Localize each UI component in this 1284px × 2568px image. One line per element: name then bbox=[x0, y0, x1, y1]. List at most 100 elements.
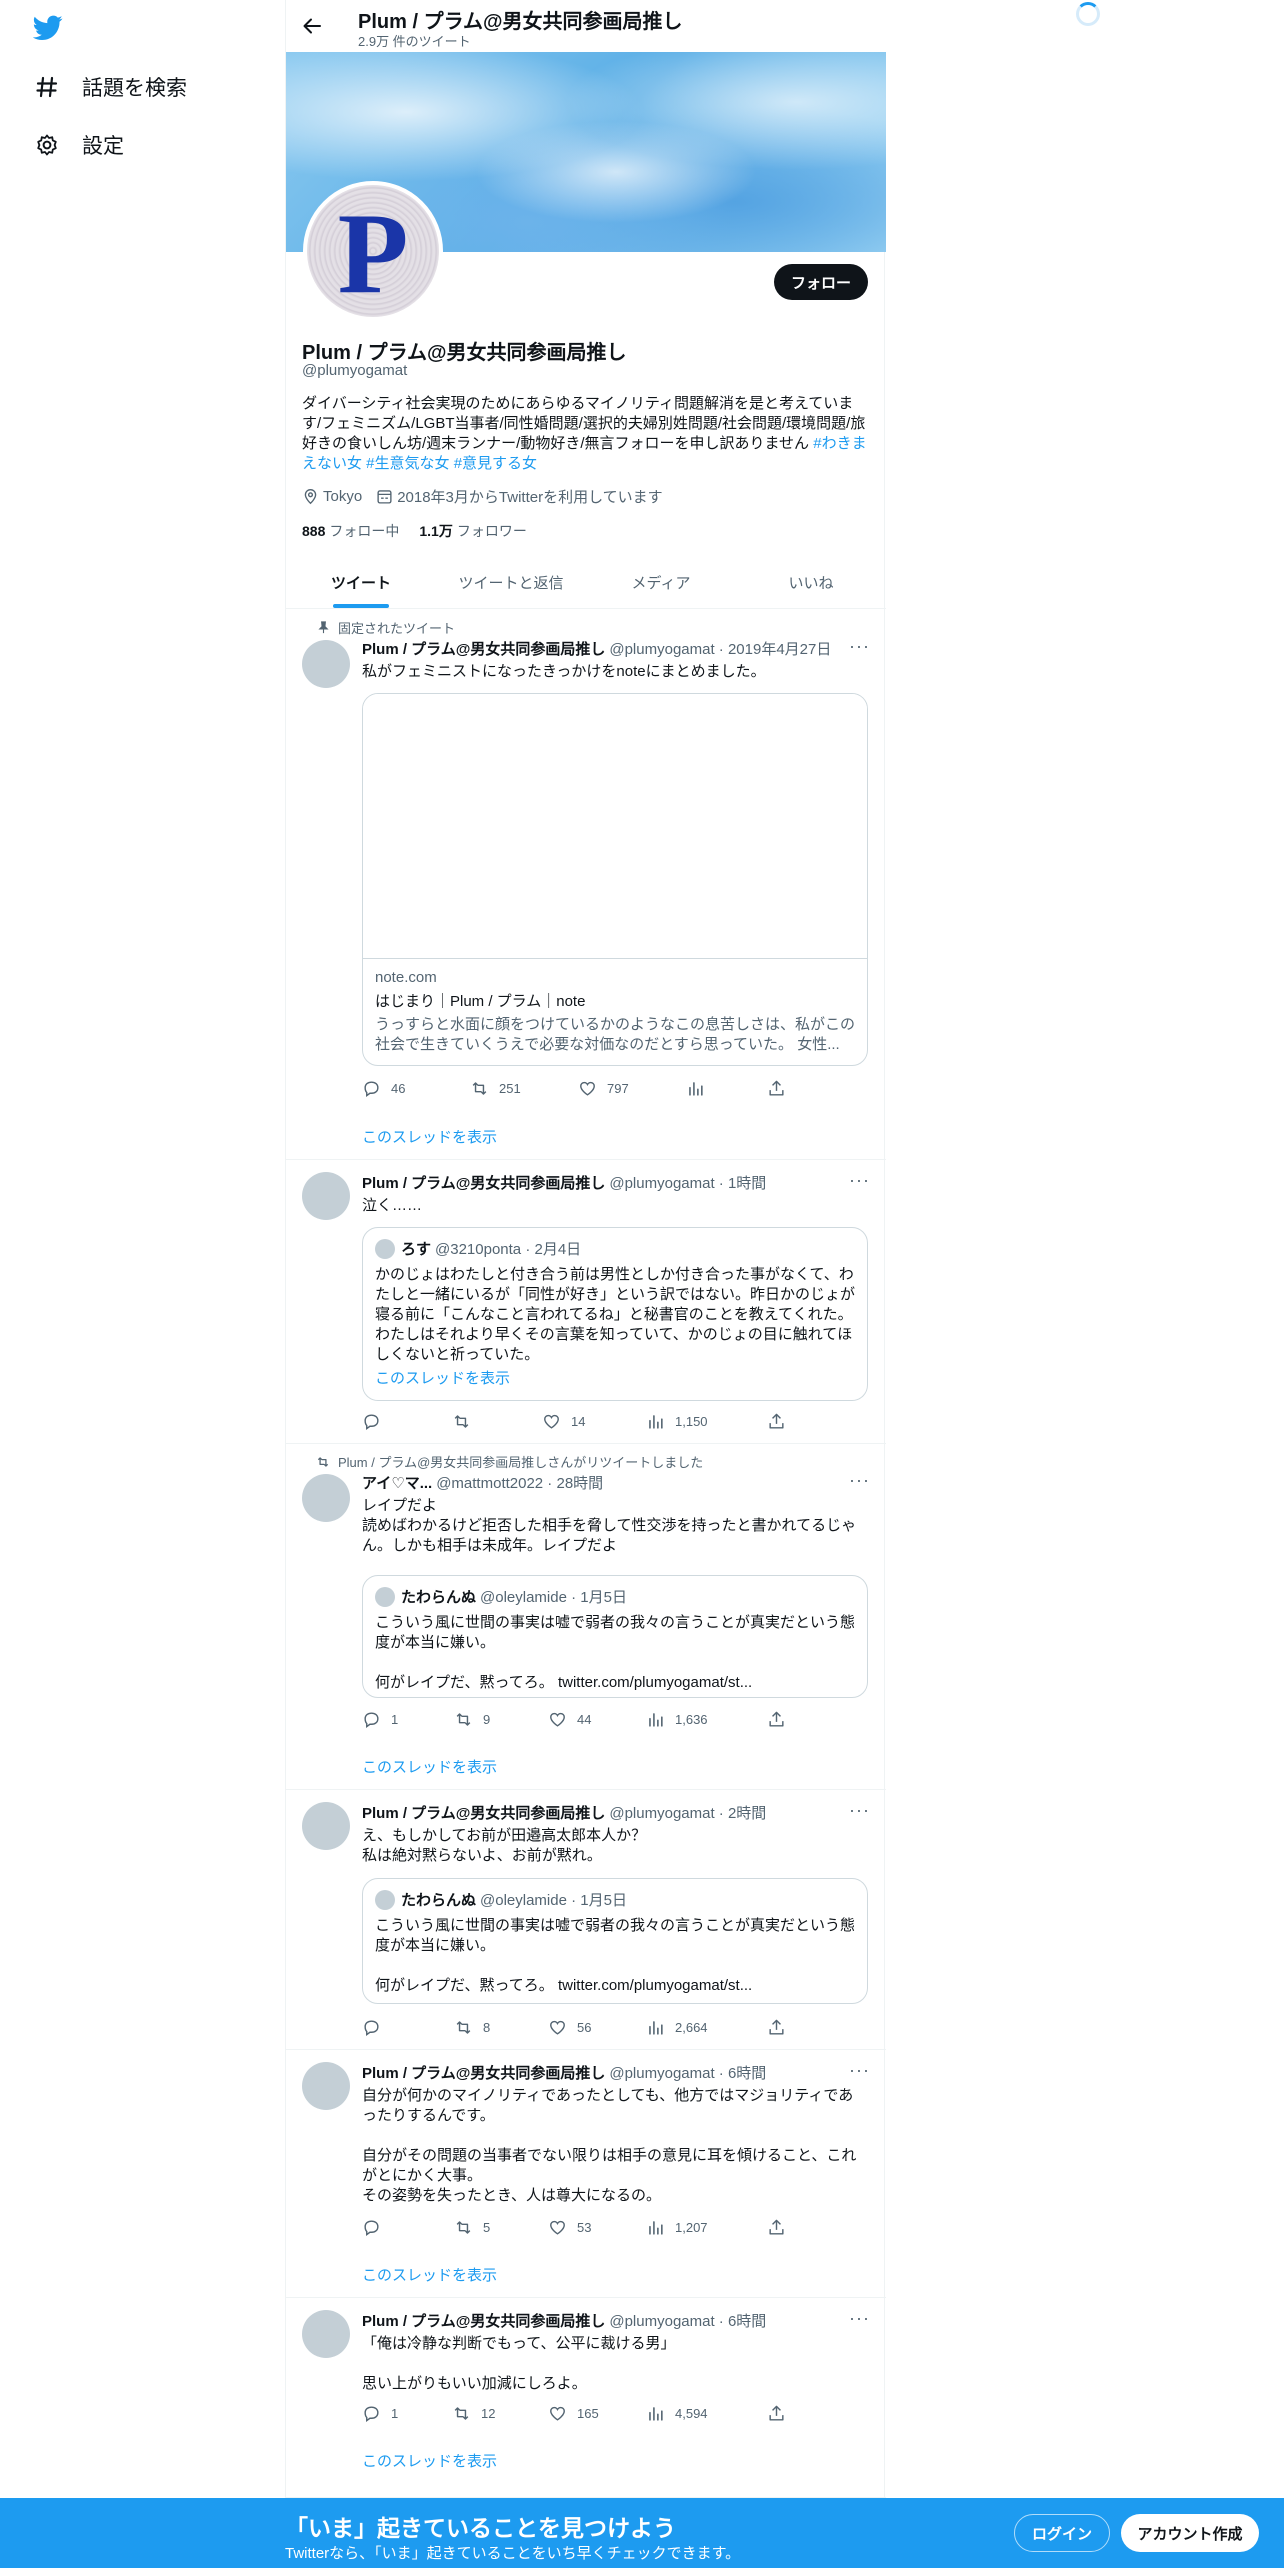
followers-link[interactable]: 1.1万 フォロワー bbox=[419, 521, 526, 541]
more-options-icon[interactable]: ··· bbox=[849, 1170, 870, 1191]
joined-text: 2018年3月からTwitterを利用しています bbox=[397, 489, 663, 506]
following-link[interactable]: 888 フォロー中 bbox=[302, 521, 399, 541]
show-thread-link[interactable]: このスレッドを表示 bbox=[362, 1126, 497, 1147]
retweet-button[interactable]: 8 bbox=[454, 2018, 490, 2037]
avatar[interactable] bbox=[302, 1802, 350, 1850]
avatar[interactable] bbox=[302, 2062, 350, 2110]
tweet[interactable]: Plum / プラム@男女共同参画局推し @plumyogamat · 6時間 ·… bbox=[286, 2050, 886, 2298]
retweet-button[interactable] bbox=[452, 1412, 481, 1431]
like-button[interactable]: 14 bbox=[542, 1412, 585, 1431]
share-button[interactable] bbox=[767, 2404, 786, 2423]
author-handle-time[interactable]: @plumyogamat · 6時間 bbox=[609, 2310, 766, 2331]
reply-button[interactable]: 1 bbox=[362, 1710, 398, 1729]
avatar[interactable] bbox=[302, 1172, 350, 1220]
author-name[interactable]: Plum / プラム@男女共同参画局推し bbox=[362, 2310, 605, 2331]
tweet-header: Plum / プラム@男女共同参画局推し @plumyogamat · 2時間 bbox=[362, 1802, 766, 1823]
calendar-icon bbox=[377, 490, 392, 504]
quoted-tweet[interactable]: ろす @3210ponta · 2月4日 かのじょはわたしと付き合う前は男性としか… bbox=[362, 1227, 868, 1401]
reply-icon bbox=[364, 1081, 379, 1098]
gear-icon bbox=[34, 132, 60, 158]
tweet[interactable]: 固定されたツイート Plum / プラム@男女共同参画局推し @plumyogam… bbox=[286, 610, 886, 1160]
views-button[interactable]: 4,594 bbox=[646, 2404, 708, 2423]
banner-title: 「いま」起きていることを見つけよう bbox=[285, 2515, 676, 2541]
reply-button[interactable] bbox=[362, 2018, 391, 2037]
like-button[interactable]: 165 bbox=[548, 2404, 599, 2423]
show-thread-link[interactable]: このスレッドを表示 bbox=[362, 2264, 497, 2285]
share-button[interactable] bbox=[767, 1412, 786, 1431]
login-button[interactable]: ログイン bbox=[1014, 2514, 1110, 2552]
share-icon bbox=[769, 1413, 784, 1429]
tweet[interactable]: Plum / プラム@男女共同参画局推しさんがリツイートしました アイ♡マ...… bbox=[286, 1444, 886, 1790]
author-handle-time[interactable]: @plumyogamat · 2時間 bbox=[609, 1802, 766, 1823]
quote-author-name: たわらんぬ bbox=[401, 1589, 477, 1606]
share-button[interactable] bbox=[767, 1710, 786, 1729]
views-button[interactable]: 1,207 bbox=[646, 2218, 708, 2237]
avatar bbox=[375, 1586, 395, 1607]
views-button[interactable]: 1,636 bbox=[646, 1710, 708, 1729]
more-options-icon[interactable]: ··· bbox=[849, 2060, 870, 2081]
author-handle-time[interactable]: @mattmott2022 · 28時間 bbox=[436, 1472, 603, 1493]
reply-button[interactable]: 46 bbox=[362, 1079, 405, 1098]
reply-button[interactable] bbox=[362, 1412, 391, 1431]
views-button[interactable]: 1,150 bbox=[646, 1412, 708, 1431]
bio-text: ダイバーシティ社会実現のためにあらゆるマイノリティ問題解消を是と考えていま bbox=[302, 395, 854, 412]
signup-button[interactable]: アカウント作成 bbox=[1121, 2514, 1259, 2552]
hashtag-link[interactable]: #生意気な女 bbox=[362, 455, 449, 472]
reply-button[interactable]: 1 bbox=[362, 2404, 398, 2423]
author-name[interactable]: Plum / プラム@男女共同参画局推し bbox=[362, 1172, 605, 1193]
retweet-button[interactable]: 9 bbox=[454, 1710, 490, 1729]
tab-tweets[interactable]: ツイート bbox=[286, 556, 436, 608]
reply-button[interactable] bbox=[362, 2218, 391, 2237]
tab-tweets-replies[interactable]: ツイートと返信 bbox=[436, 556, 586, 608]
twitter-bird-icon[interactable] bbox=[33, 15, 63, 41]
follow-button[interactable]: フォロー bbox=[774, 264, 868, 300]
share-icon bbox=[769, 1711, 784, 1727]
avatar-letter: P bbox=[337, 190, 409, 318]
retweet-button[interactable]: 5 bbox=[454, 2218, 490, 2237]
views-button[interactable] bbox=[686, 1079, 715, 1098]
sidebar-item-settings[interactable]: 設定 bbox=[34, 130, 124, 160]
author-handle-time[interactable]: @plumyogamat · 6時間 bbox=[609, 2062, 766, 2083]
author-name[interactable]: アイ♡マ... bbox=[362, 1472, 432, 1493]
share-button[interactable] bbox=[767, 2218, 786, 2237]
tweet[interactable]: Plum / プラム@男女共同参画局推し @plumyogamat · 6時間 ·… bbox=[286, 2298, 886, 2498]
share-button[interactable] bbox=[767, 2018, 786, 2037]
author-handle-time[interactable]: @plumyogamat · 1時間 bbox=[609, 1172, 766, 1193]
hashtag-link[interactable]: #わき bbox=[809, 435, 851, 452]
show-thread-link[interactable]: このスレッドを表示 bbox=[375, 1367, 855, 1388]
tweet[interactable]: Plum / プラム@男女共同参画局推し @plumyogamat · 2時間 ·… bbox=[286, 1790, 886, 2050]
retweet-button[interactable]: 251 bbox=[470, 1079, 521, 1098]
more-options-icon[interactable]: ··· bbox=[849, 1800, 870, 1821]
share-button[interactable] bbox=[767, 1079, 786, 1098]
more-options-icon[interactable]: ··· bbox=[849, 636, 870, 657]
author-name[interactable]: Plum / プラム@男女共同参画局推し bbox=[362, 638, 605, 659]
back-arrow-icon[interactable] bbox=[300, 14, 324, 38]
retweet-button[interactable]: 12 bbox=[452, 2404, 495, 2423]
hashtag-link[interactable]: #意見する女 bbox=[450, 455, 537, 472]
like-button[interactable]: 53 bbox=[548, 2218, 591, 2237]
author-name[interactable]: Plum / プラム@男女共同参画局推し bbox=[362, 2062, 605, 2083]
more-options-icon[interactable]: ··· bbox=[849, 1470, 870, 1491]
avatar[interactable] bbox=[302, 1474, 350, 1522]
heart-icon bbox=[550, 2020, 565, 2035]
quoted-tweet[interactable]: たわらんぬ @oleylamide · 1月5日 こういう風に世間の事実は嘘で弱者… bbox=[362, 1878, 868, 2004]
sidebar-item-explore[interactable]: 話題を検索 bbox=[34, 72, 187, 102]
tab-media[interactable]: メディア bbox=[586, 556, 736, 608]
like-button[interactable]: 44 bbox=[548, 1710, 591, 1729]
profile-avatar[interactable]: P bbox=[303, 181, 443, 321]
show-thread-link[interactable]: このスレッドを表示 bbox=[362, 1756, 497, 1777]
analytics-icon bbox=[649, 1415, 663, 1429]
quoted-tweet[interactable]: たわらんぬ @oleylamide · 1月5日 こういう風に世間の事実は嘘で弱者… bbox=[362, 1575, 868, 1698]
like-button[interactable]: 797 bbox=[578, 1079, 629, 1098]
tab-likes[interactable]: いいね bbox=[736, 556, 886, 608]
avatar[interactable] bbox=[302, 2310, 350, 2358]
like-button[interactable]: 56 bbox=[548, 2018, 591, 2037]
author-name[interactable]: Plum / プラム@男女共同参画局推し bbox=[362, 1802, 605, 1823]
avatar[interactable] bbox=[302, 640, 350, 688]
author-handle-time[interactable]: @plumyogamat · 2019年4月27日 bbox=[609, 638, 831, 659]
views-button[interactable]: 2,664 bbox=[646, 2018, 708, 2037]
link-card[interactable]: note.com はじまり｜Plum / プラム｜note うっすらと水面に顔を… bbox=[362, 693, 868, 1066]
tweet[interactable]: Plum / プラム@男女共同参画局推し @plumyogamat · 1時間 ·… bbox=[286, 1160, 886, 1444]
show-thread-link[interactable]: このスレッドを表示 bbox=[362, 2450, 497, 2471]
more-options-icon[interactable]: ··· bbox=[849, 2308, 870, 2329]
